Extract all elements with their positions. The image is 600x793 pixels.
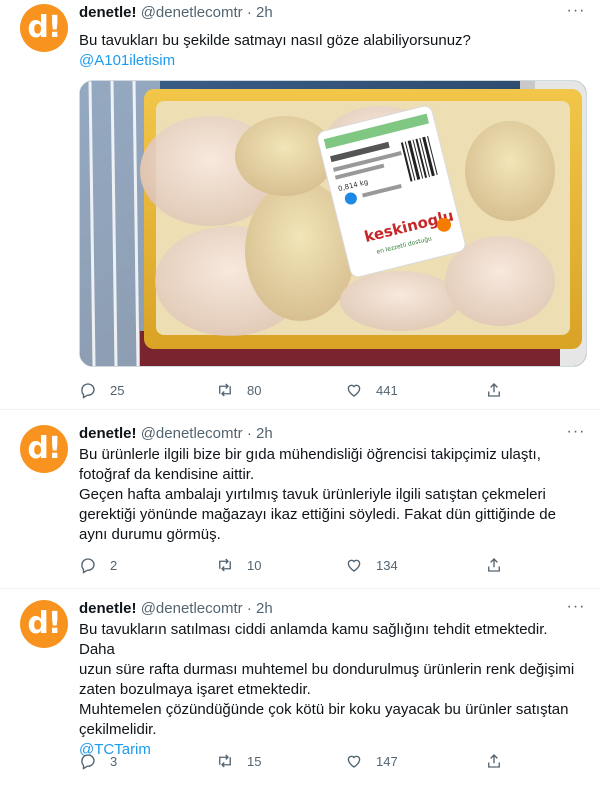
retweet-icon [219,558,231,572]
tweet-line: fotoğraf da kendisine aittir. [79,466,255,483]
tweet-3[interactable]: d! denetle! @denetlecomtr · 2h ··· Bu ta… [0,596,600,793]
tweet-line: Muhtemelen çözündüğünde çok kötü bir kok… [79,701,569,718]
reply-icon [81,754,95,770]
tweet-header: denetle! @denetlecomtr · 2h [79,600,273,617]
share-icon [488,754,500,768]
chicken-package-photo: keskinoglu en lezzetli dostuğu 0,814 kg [80,81,586,366]
tweet-header: denetle! @denetlecomtr · 2h [79,425,273,442]
retweet-button[interactable]: 80 [216,380,261,400]
avatar[interactable]: d! [20,4,68,52]
action-bar: 25 80 441 [79,380,509,400]
share-button[interactable] [485,751,503,771]
tweet-2[interactable]: d! denetle! @denetlecomtr · 2h ··· Bu ür… [0,421,600,589]
action-bar: 2 10 134 [79,555,509,575]
like-icon [347,384,361,397]
user-handle[interactable]: @denetlecomtr [141,600,243,617]
divider [0,409,600,410]
tweet-text: Bu tavukları bu şekilde satmayı nasıl gö… [79,31,579,71]
reply-count: 2 [110,557,118,573]
avatar-logo-text: d! [27,606,61,641]
reply-button[interactable]: 2 [79,555,117,575]
reply-icon [81,383,95,399]
separator: · [246,600,252,617]
avatar[interactable]: d! [20,425,68,473]
tweet-line: gerektiği yönünde mağazayı ikaz ettiğini… [79,506,556,523]
separator: · [246,4,252,21]
tweet-line: Geçen hafta ambalajı yırtılmış tavuk ürü… [79,486,546,503]
tweet-line: aynı durumu görmüş. [79,526,221,543]
tweet-text: Bu ürünlerle ilgili bize bir gıda mühend… [79,445,579,545]
retweet-count: 10 [247,557,262,573]
tweet-line: uzun süre rafta durması muhtemel bu dond… [79,661,575,678]
display-name[interactable]: denetle! [79,425,137,442]
action-bar: 3 15 147 [79,751,509,771]
tweet-line: çekilmelidir. [79,721,157,738]
reply-count: 25 [110,382,125,398]
reply-button[interactable]: 3 [79,751,117,771]
like-icon [347,559,361,572]
display-name[interactable]: denetle! [79,4,137,21]
share-button[interactable] [485,380,503,400]
tweet-text: Bu tavukların satılması ciddi anlamda ka… [79,620,579,760]
like-button[interactable]: 134 [345,555,398,575]
avatar-logo-text: d! [27,10,61,45]
reply-icon [81,558,95,574]
retweet-icon [219,754,231,768]
like-count: 441 [376,382,398,398]
share-button[interactable] [485,555,503,575]
display-name[interactable]: denetle! [79,600,137,617]
tweet-line: Bu tavukların satılması ciddi anlamda ka… [79,621,548,658]
tweet-line: Bu ürünlerle ilgili bize bir gıda mühend… [79,446,541,463]
like-count: 134 [376,557,398,573]
mention-link[interactable]: @A101iletisim [79,51,579,71]
retweet-count: 80 [247,382,262,398]
retweet-button[interactable]: 15 [216,751,261,771]
tweet-header: denetle! @denetlecomtr · 2h [79,4,273,21]
tweet-line: Bu tavukları bu şekilde satmayı nasıl gö… [79,32,471,49]
share-icon [488,558,500,572]
separator: · [246,425,252,442]
share-icon [488,383,500,397]
divider [0,588,600,589]
like-button[interactable]: 441 [345,380,398,400]
more-icon[interactable]: ··· [564,423,588,443]
user-handle[interactable]: @denetlecomtr [141,4,243,21]
reply-count: 3 [110,753,118,769]
like-icon [347,755,361,768]
like-count: 147 [376,753,398,769]
timestamp[interactable]: 2h [256,425,273,442]
more-icon[interactable]: ··· [564,2,588,22]
retweet-icon [219,383,231,397]
like-button[interactable]: 147 [345,751,398,771]
tweet-1[interactable]: d! denetle! @denetlecomtr · 2h ··· Bu ta… [0,0,600,410]
reply-button[interactable]: 25 [79,380,124,400]
timestamp[interactable]: 2h [256,4,273,21]
avatar[interactable]: d! [20,600,68,648]
timestamp[interactable]: 2h [256,600,273,617]
more-icon[interactable]: ··· [564,598,588,618]
user-handle[interactable]: @denetlecomtr [141,425,243,442]
retweet-count: 15 [247,753,262,769]
avatar-logo-text: d! [27,431,61,466]
tweet-photo[interactable]: keskinoglu en lezzetli dostuğu 0,814 kg [79,80,587,367]
retweet-button[interactable]: 10 [216,555,261,575]
tweet-line: zaten bozulmaya işaret etmektedir. [79,681,311,698]
